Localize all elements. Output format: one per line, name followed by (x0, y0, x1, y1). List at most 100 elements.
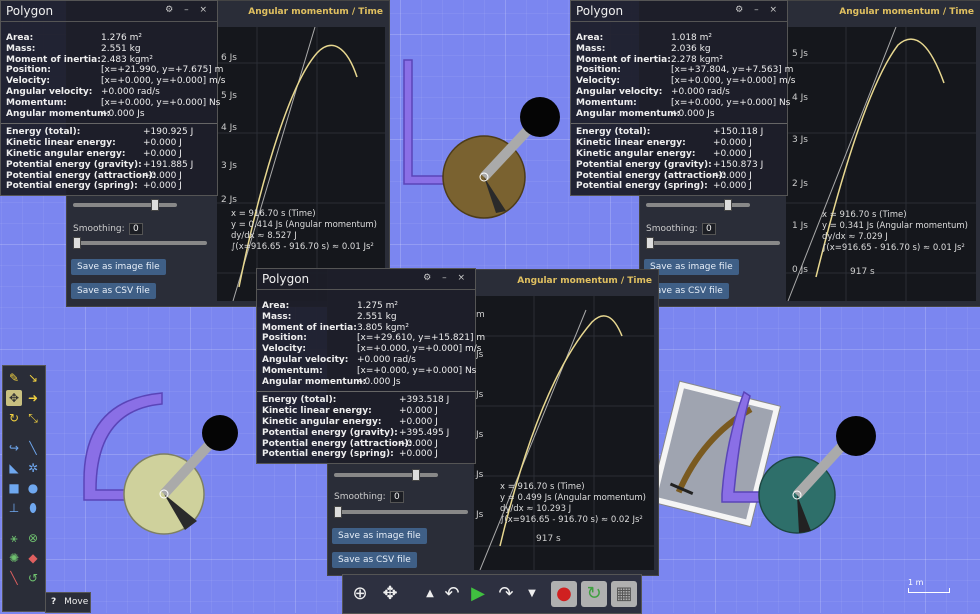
window-title: Polygon (262, 272, 310, 286)
pendulum-bottom-left[interactable] (83, 392, 238, 535)
scale-icon[interactable]: ⤡ (25, 410, 41, 426)
label-position: Position: (6, 65, 51, 76)
apple-icon[interactable]: ● (551, 581, 577, 607)
smoothing-slider[interactable] (73, 237, 207, 249)
save-csv-button[interactable]: Save as CSV file (71, 283, 156, 299)
value-position: [x=+29.610, y=+15.821] m (357, 333, 486, 344)
plane-icon[interactable]: ⊥ (6, 500, 22, 516)
weight-black[interactable] (202, 415, 238, 451)
window-header[interactable]: Polygon ⚙ – × (257, 269, 475, 290)
pendulum-bottom-right[interactable] (648, 380, 876, 534)
value-energy-total: +190.925 J (143, 127, 194, 138)
chain-icon[interactable]: ⬮ (25, 500, 41, 516)
readout-y: y = 0.414 Js (Angular momentum) (231, 220, 377, 230)
smoothing-slider[interactable] (646, 237, 780, 249)
tracer-icon[interactable]: ◆ (25, 550, 41, 566)
scale-label: 1 m (908, 578, 924, 587)
save-image-button[interactable]: Save as image file (71, 259, 166, 275)
hook-icon[interactable]: ↪ (6, 440, 22, 456)
slider-knob[interactable] (334, 506, 342, 518)
info-window-right[interactable]: Polygon ⚙ – × Area: 1.018 m² Mass: 2.036 k… (570, 0, 795, 196)
window-controls[interactable]: ⚙ – × (735, 5, 781, 15)
bottom-toolbar[interactable]: ⊕ ✥ ▲ ↶ ▶ ↷ ▼ ● ↻ ▦ (342, 574, 642, 614)
label-momentum: Momentum: (262, 365, 323, 376)
hinge-tool-icon[interactable]: ✺ (6, 550, 22, 566)
label-position: Position: (262, 333, 307, 344)
window-header[interactable]: Polygon ⚙ – × (571, 1, 787, 22)
shape-icon[interactable]: ◣ (6, 460, 22, 476)
graph-plot[interactable] (474, 296, 654, 571)
label-energy-klin: Kinetic linear energy: (6, 138, 116, 149)
readout-y: y = 0.341 Js (Angular momentum) (822, 221, 968, 231)
slider-knob[interactable] (724, 199, 732, 211)
label-moment: Moment of inertia: (576, 54, 671, 65)
drag-icon[interactable]: ↘ (25, 370, 41, 386)
grid-icon[interactable]: ▦ (611, 581, 637, 607)
slider-knob[interactable] (646, 237, 654, 249)
label-area: Area: (576, 33, 604, 43)
brush-icon[interactable]: ✎ (6, 370, 22, 386)
fixate-icon[interactable]: ⊗ (25, 530, 41, 546)
label-angmom: Angular momentum: (262, 376, 367, 387)
save-csv-button[interactable]: Save as CSV file (332, 552, 417, 568)
label-moment: Moment of inertia: (6, 54, 101, 65)
y-tick: 0 Js (792, 265, 808, 275)
y-tick: Js (476, 470, 484, 480)
label-position: Position: (576, 65, 621, 76)
redo-icon[interactable]: ↷ (493, 581, 519, 607)
slider-knob[interactable] (73, 237, 81, 249)
play-icon[interactable]: ▶ (465, 581, 491, 607)
value-velocity: [x=+0.000, y=+0.000] m/s (357, 344, 482, 355)
box-icon[interactable]: ■ (6, 480, 22, 496)
y-tick: 3 Js (792, 135, 808, 145)
thruster-icon[interactable]: ↺ (25, 570, 41, 586)
window-controls[interactable]: ⚙ – × (165, 5, 211, 15)
weight-black[interactable] (836, 416, 876, 456)
graph-plot[interactable] (217, 26, 385, 302)
knife-icon[interactable]: ╲ (25, 440, 41, 456)
value-angmom: +0.000 Js (357, 376, 401, 387)
graph-plot[interactable] (786, 26, 976, 302)
value-moment: 2.483 kgm² (101, 54, 153, 65)
reload-icon[interactable]: ↻ (581, 581, 607, 607)
rotate-icon[interactable]: ↻ (6, 410, 22, 426)
label-energy-grav: Potential energy (gravity): (6, 159, 142, 170)
save-image-button[interactable]: Save as image file (332, 528, 427, 544)
slider-track[interactable] (73, 199, 177, 211)
value-energy-kang: +0.000 J (713, 148, 752, 159)
arrow-down-icon[interactable]: ▼ (519, 581, 545, 607)
zoom-icon[interactable]: ⊕ (347, 581, 373, 607)
graph-title: Angular momentum / Time (517, 276, 652, 286)
info-window-center[interactable]: Polygon ⚙ – × Area: 1.275 m² Mass: 2.551 k… (256, 268, 485, 464)
pendulum-top-center[interactable] (403, 59, 560, 219)
smoothing-value[interactable]: 0 (702, 223, 716, 235)
move-tool-icon[interactable]: ✥ (6, 390, 22, 406)
window-header[interactable]: Polygon ⚙ – × (1, 1, 217, 22)
y-tick: 3 Js (221, 161, 237, 171)
undo-icon[interactable]: ↶ (439, 581, 465, 607)
smoothing-value[interactable]: 0 (390, 491, 404, 503)
info-window-left[interactable]: Polygon ⚙ – × Area: 1.276 m² Mass: 2.551 k… (0, 0, 225, 196)
gear-icon[interactable]: ✲ (25, 460, 41, 476)
weight-black[interactable] (520, 97, 560, 137)
graph-readout: x = 916.70 s (Time) y = 0.499 Js (Angula… (500, 482, 646, 526)
label-angvel: Angular velocity: (576, 86, 663, 97)
circle-icon[interactable]: ● (25, 480, 41, 496)
slider-track[interactable] (334, 469, 438, 481)
readout-y: y = 0.499 Js (Angular momentum) (500, 493, 646, 503)
slider-knob[interactable] (412, 469, 420, 481)
value-area: 1.276 m² (101, 33, 143, 43)
spring-icon[interactable]: ⚹ (6, 530, 22, 546)
slider-knob[interactable] (151, 199, 159, 211)
scale-bar (908, 588, 950, 593)
label-energy-klin: Kinetic linear energy: (262, 406, 372, 417)
window-controls[interactable]: ⚙ – × (423, 273, 469, 283)
readout-integral: ∫(x=916.65 - 916.70 s) ≈ 0.01 Js² (231, 242, 374, 252)
grab-icon[interactable]: ➜ (25, 390, 41, 406)
move-icon[interactable]: ✥ (377, 581, 403, 607)
tool-palette[interactable]: ✎ ↘ ✥ ➜ ↻ ⤡ ↪ ╲ ◣ ✲ ■ ● ⊥ ⬮ ⚹ ⊗ ✺ ◆ ╲ ↺ (2, 365, 46, 612)
smoothing-value[interactable]: 0 (129, 223, 143, 235)
smoothing-slider[interactable] (334, 506, 468, 518)
slider-track[interactable] (646, 199, 750, 211)
laser-icon[interactable]: ╲ (6, 570, 22, 586)
